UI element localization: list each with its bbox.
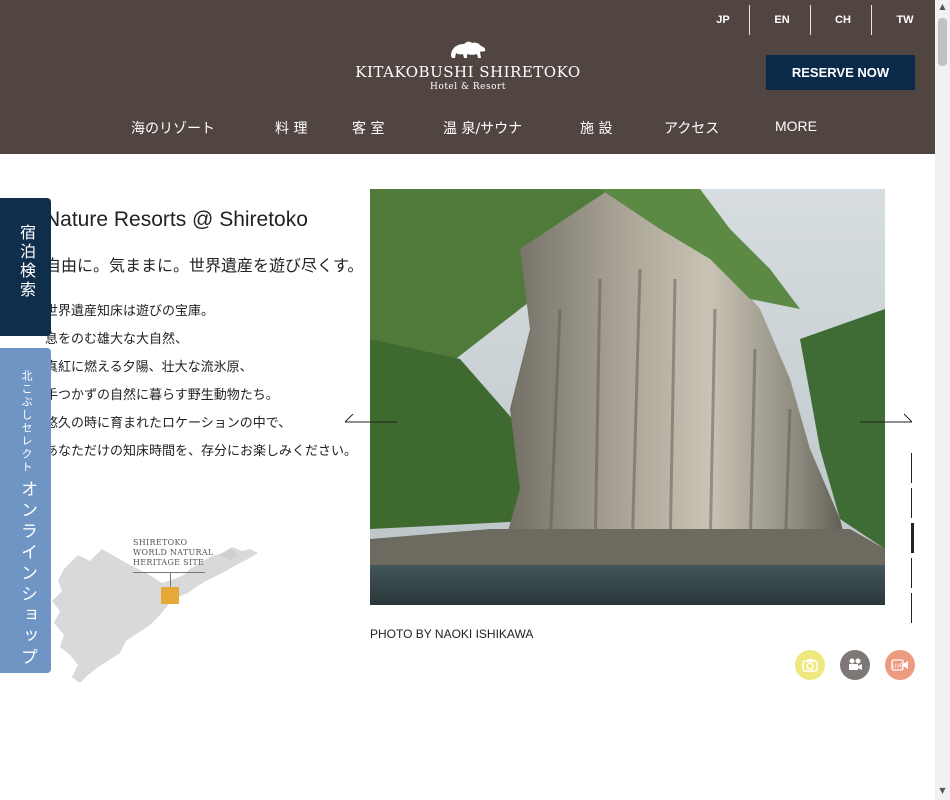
map-label: SHIRETOKO WORLD NATURAL HERITAGE SITE <box>133 538 214 568</box>
lang-divider <box>810 5 811 35</box>
intro-line: 手つかずの自然に暮らす野生動物たち。 <box>45 388 279 403</box>
svg-text:LIVE: LIVE <box>892 664 903 670</box>
map-label-line: SHIRETOKO <box>133 538 188 547</box>
intro-line: 息をのむ雄大な大自然、 <box>45 332 189 347</box>
hokkaido-map: SHIRETOKO WORLD NATURAL HERITAGE SITE <box>50 535 265 685</box>
lang-jp-link[interactable]: JP <box>693 0 753 40</box>
map-label-rule <box>133 572 205 573</box>
intro-section: Nature Resorts @ Shiretoko 自由に。気ままに。世界遺産… <box>45 208 365 466</box>
slider-pager-dot[interactable] <box>911 593 912 623</box>
slider-next-arrow-icon[interactable] <box>858 410 914 430</box>
site-logo[interactable]: Kitakobushi Shiretoko Hotel & Resort <box>340 38 596 92</box>
stay-search-tab[interactable]: 宿泊検索 <box>0 198 51 336</box>
map-label-line: HERITAGE SITE <box>133 558 205 567</box>
scroll-up-arrow-icon[interactable]: ▲ <box>935 2 950 14</box>
scroll-down-arrow-icon[interactable]: ▼ <box>935 786 950 798</box>
nav-access[interactable]: アクセス <box>664 118 719 138</box>
bear-logo-icon <box>451 41 486 58</box>
lang-divider <box>749 5 750 35</box>
intro-line: 世界遺産知床は遊びの宝庫。 <box>45 304 215 319</box>
site-header: JP EN CH TW Kitakobushi Shiretoko Hotel … <box>0 0 935 154</box>
online-shop-sublabel: 北こぶしセレクト <box>20 370 33 474</box>
lang-tw-link[interactable]: TW <box>875 0 935 40</box>
video-camera-icon <box>849 658 862 670</box>
lang-en-link[interactable]: EN <box>752 0 812 40</box>
video-button[interactable] <box>840 650 870 680</box>
nav-facilities[interactable]: 施 設 <box>580 118 612 138</box>
intro-line: あなただけの知床時間を、存分にお楽しみください。 <box>45 444 358 459</box>
slider-pager-dot[interactable] <box>911 453 912 483</box>
photo-credit: PHOTO BY NAOKI ISHIKAWA <box>370 627 534 641</box>
online-shop-tab[interactable]: 北こぶしセレクト オンラインショップ <box>0 348 51 673</box>
scrollbar-thumb[interactable] <box>938 18 947 66</box>
map-leader-line <box>170 573 171 587</box>
lang-divider <box>871 5 872 35</box>
online-shop-label: オンラインショップ <box>17 480 37 669</box>
camera-icon <box>802 659 818 672</box>
nav-sea-resort[interactable]: 海のリゾート <box>131 118 215 138</box>
shiretoko-highlight-marker <box>161 587 179 604</box>
stay-search-label: 宿泊検索 <box>17 224 36 300</box>
nav-more[interactable]: MORE <box>775 118 817 134</box>
intro-line: 悠久の時に育まれたロケーションの中で、 <box>45 416 292 431</box>
logo-subtitle: Hotel & Resort <box>430 82 506 92</box>
nav-cuisine[interactable]: 料 理 <box>275 118 307 138</box>
hero-slide-image <box>370 189 885 605</box>
reserve-now-button[interactable]: RESERVE NOW <box>766 55 915 90</box>
page-scrollbar[interactable]: ▲ ▼ <box>935 0 950 800</box>
nav-rooms[interactable]: 客 室 <box>352 118 384 138</box>
intro-subtitle: 自由に。気ままに。世界遺産を遊び尽くす。 <box>45 256 364 275</box>
intro-body: 世界遺産知床は遊びの宝庫。 息をのむ雄大な大自然、 真紅に燃える夕陽、壮大な流氷… <box>45 298 365 466</box>
slider-pager-dot-active[interactable] <box>911 523 914 553</box>
intro-title: Nature Resorts @ Shiretoko <box>45 208 308 231</box>
intro-line: 真紅に燃える夕陽、壮大な流氷原、 <box>45 360 253 375</box>
slider-pager-dot[interactable] <box>911 558 912 588</box>
slider-prev-arrow-icon[interactable] <box>343 410 399 430</box>
live-camera-button[interactable]: LIVE <box>885 650 915 680</box>
photo-gallery-button[interactable] <box>795 650 825 680</box>
map-label-line: WORLD NATURAL <box>133 548 214 557</box>
live-camera-icon: LIVE <box>891 659 908 671</box>
slider-pager-dot[interactable] <box>911 488 912 518</box>
nav-onsen-sauna[interactable]: 温 泉/サウナ <box>443 118 522 138</box>
cliff-photo <box>370 189 885 605</box>
lang-ch-link[interactable]: CH <box>813 0 873 40</box>
logo-wordmark: Kitakobushi Shiretoko <box>355 63 581 81</box>
